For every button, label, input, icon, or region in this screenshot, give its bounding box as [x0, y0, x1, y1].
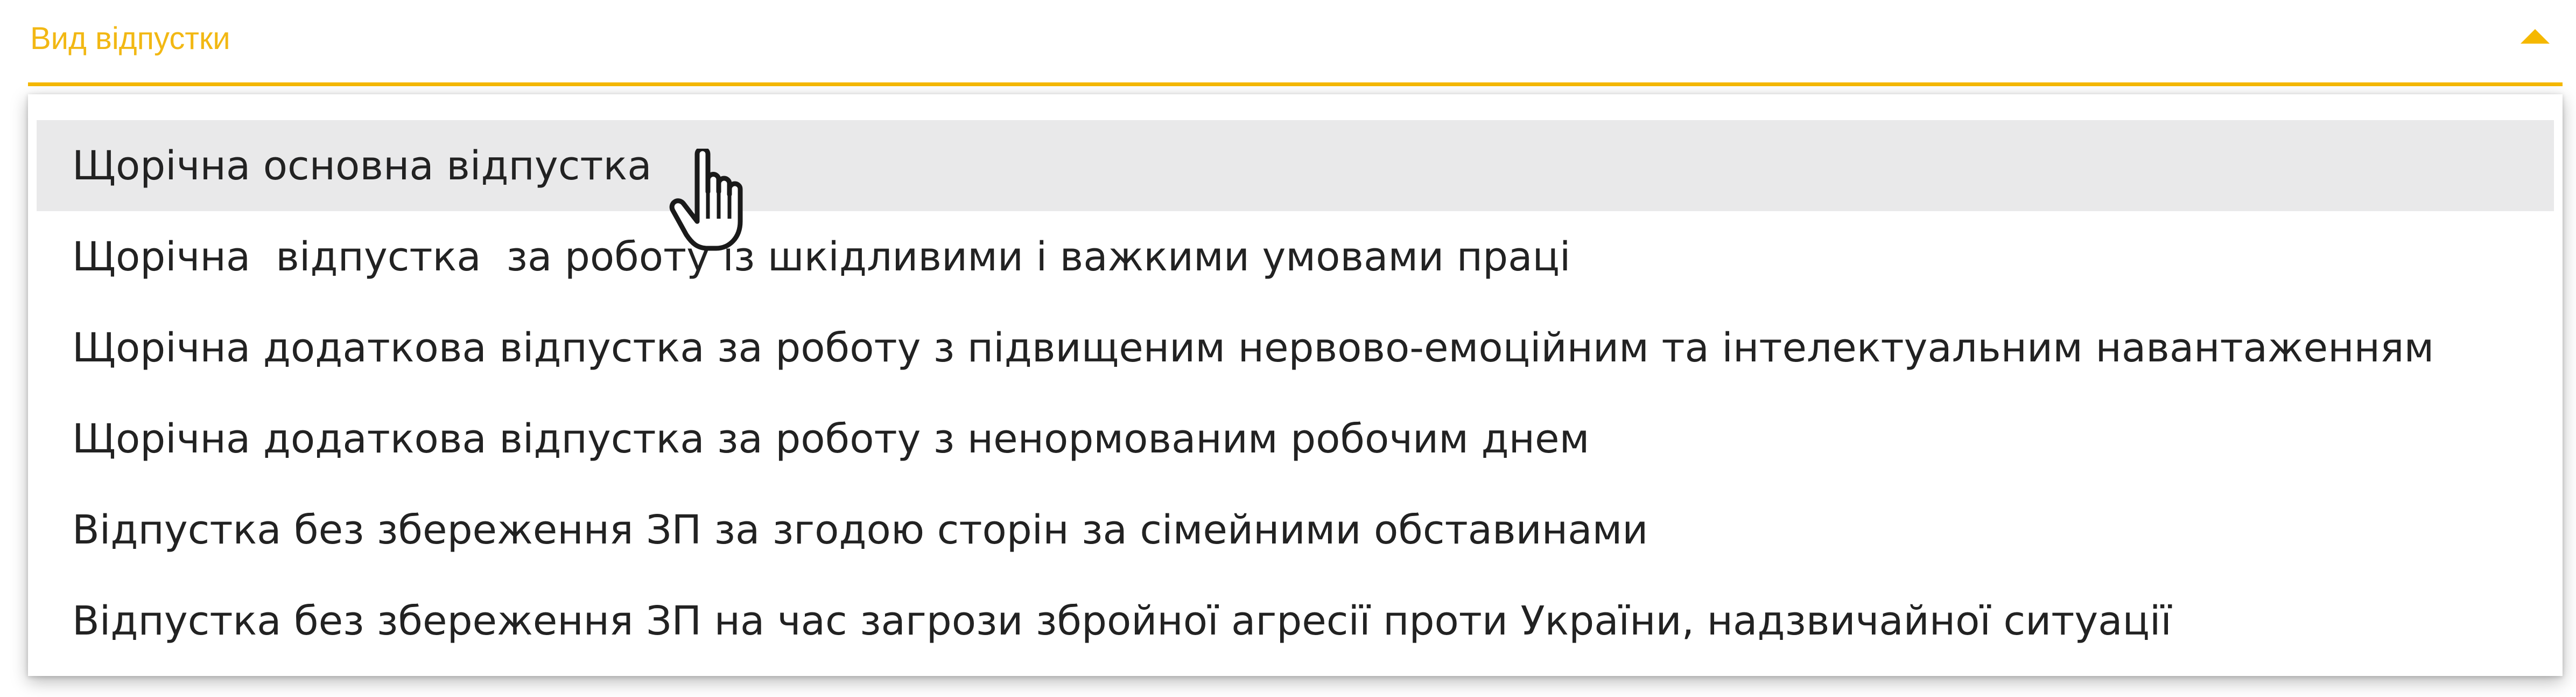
- dropdown-menu: Щорічна основна відпустка Щорічна відпус…: [28, 94, 2563, 676]
- option-unpaid-family-leave[interactable]: Відпустка без збереження ЗП за згодою ст…: [37, 484, 2554, 575]
- option-harmful-conditions-leave[interactable]: Щорічна відпустка за роботу із шкідливим…: [37, 211, 2554, 302]
- option-nervous-intellectual-load-leave[interactable]: Щорічна додаткова відпустка за роботу з …: [37, 302, 2554, 393]
- option-unpaid-aggression-leave[interactable]: Відпустка без збереження ЗП на час загро…: [37, 575, 2554, 666]
- select-label: Вид відпустки: [30, 21, 230, 56]
- caret-up-icon[interactable]: [2521, 29, 2550, 44]
- leave-type-select[interactable]: Вид відпустки: [28, 0, 2563, 86]
- option-annual-main-leave[interactable]: Щорічна основна відпустка: [37, 120, 2554, 211]
- option-irregular-hours-leave[interactable]: Щорічна додаткова відпустка за роботу з …: [37, 393, 2554, 484]
